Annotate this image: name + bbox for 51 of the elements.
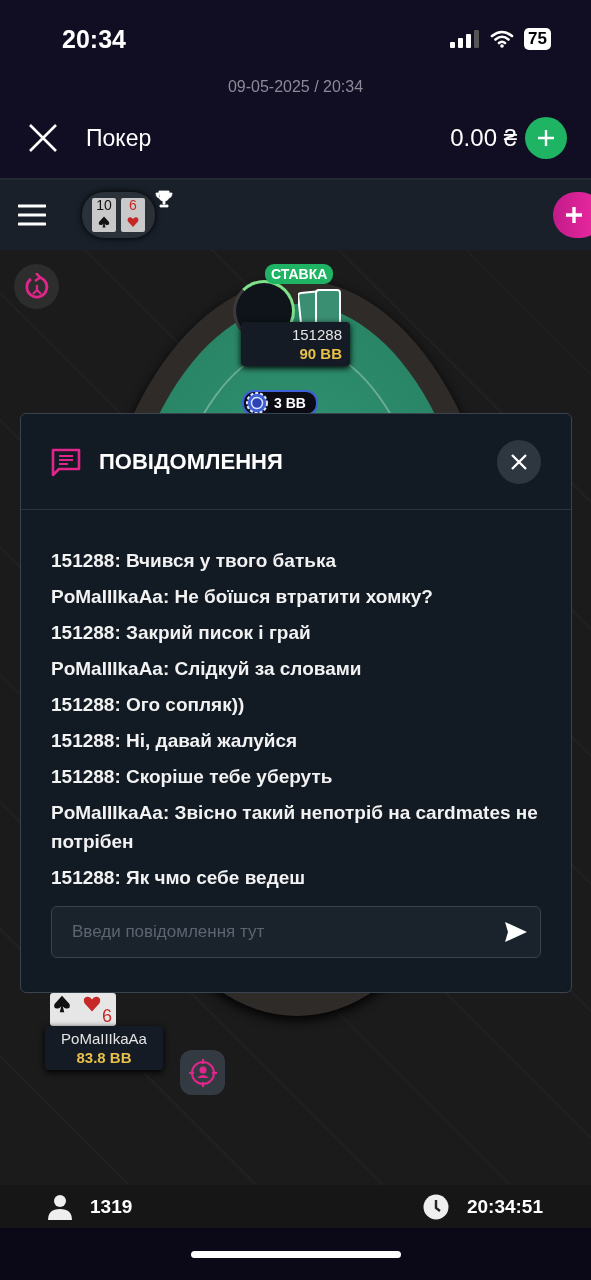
spade-suit-icon: [53, 995, 71, 1013]
hand-cards-pill[interactable]: 10 6: [82, 192, 155, 238]
status-time: 20:34: [62, 24, 126, 54]
chat-message: 151288: Ні, давай жалуйся: [51, 729, 299, 753]
clock-time: 20:34:51: [466, 1195, 543, 1218]
players-count: 1319: [90, 1195, 133, 1218]
close-icon[interactable]: [28, 123, 58, 153]
deposit-button[interactable]: [525, 117, 567, 159]
wifi-icon: [490, 30, 515, 48]
bet-badge: СТАВКА: [265, 264, 334, 284]
menu-icon[interactable]: [18, 203, 46, 227]
message-field[interactable]: Введи повідомлення тут: [51, 906, 541, 958]
player-name: 151288: [291, 326, 342, 343]
dialog-title: ПОВІДОМЛЕННЯ: [99, 448, 283, 475]
chat-message: 151288: Вчився у твого батька: [51, 549, 337, 573]
pot-amount: 3 BB: [274, 395, 306, 411]
replay-button[interactable]: [14, 264, 59, 309]
playing-card: 10: [92, 198, 116, 232]
chat-message: 151288: Закрий писок і грай: [51, 621, 312, 645]
clock-icon: [422, 1193, 449, 1220]
chat-message: 151288: Скоріше тебе уберуть: [51, 765, 334, 789]
chat-message: 151288: Як чмо себе ведеш: [51, 866, 307, 890]
balance-text: 0.00 ₴: [450, 124, 517, 152]
chat-message: 151288: Ого сопляк)): [51, 693, 246, 717]
page-title: Покер: [86, 124, 152, 152]
battery-indicator: 75: [524, 28, 551, 50]
playing-card: 6: [121, 198, 145, 232]
close-button[interactable]: [497, 439, 541, 484]
signal-icon: [450, 30, 481, 48]
trophy-icon: [155, 190, 173, 208]
chat-message: PoMaIIIkaAa: Не боїшся втратити хомку?: [51, 585, 434, 609]
spade-suit-icon: [98, 216, 110, 228]
player-stack: 90 BB: [299, 345, 342, 362]
player-name: PoMaIIIkaAa: [61, 1030, 147, 1047]
plus-icon: [565, 206, 583, 224]
player-stack: 83.8 BB: [76, 1049, 132, 1066]
person-icon: [48, 1193, 72, 1220]
send-icon[interactable]: [504, 921, 528, 943]
chat-icon: [51, 447, 81, 476]
close-icon: [510, 452, 528, 471]
playing-card: 6: [80, 993, 116, 1026]
add-button[interactable]: [553, 192, 591, 238]
plus-icon: [536, 128, 556, 148]
date-time-text: 09-05-2025 / 20:34: [226, 78, 365, 97]
target-player-button[interactable]: [180, 1050, 225, 1095]
message-input[interactable]: Введи повідомлення тут: [70, 921, 504, 943]
chat-message: PoMaIIIkaAa: Слідкуй за словами: [51, 657, 363, 681]
heart-suit-icon: [83, 995, 101, 1013]
chat-message: PoMaIIIkaAa: Звісно такий непотріб на cardmates не потрібен: [51, 801, 539, 854]
person-target-icon: [188, 1058, 217, 1087]
heart-suit-icon: [127, 216, 139, 228]
